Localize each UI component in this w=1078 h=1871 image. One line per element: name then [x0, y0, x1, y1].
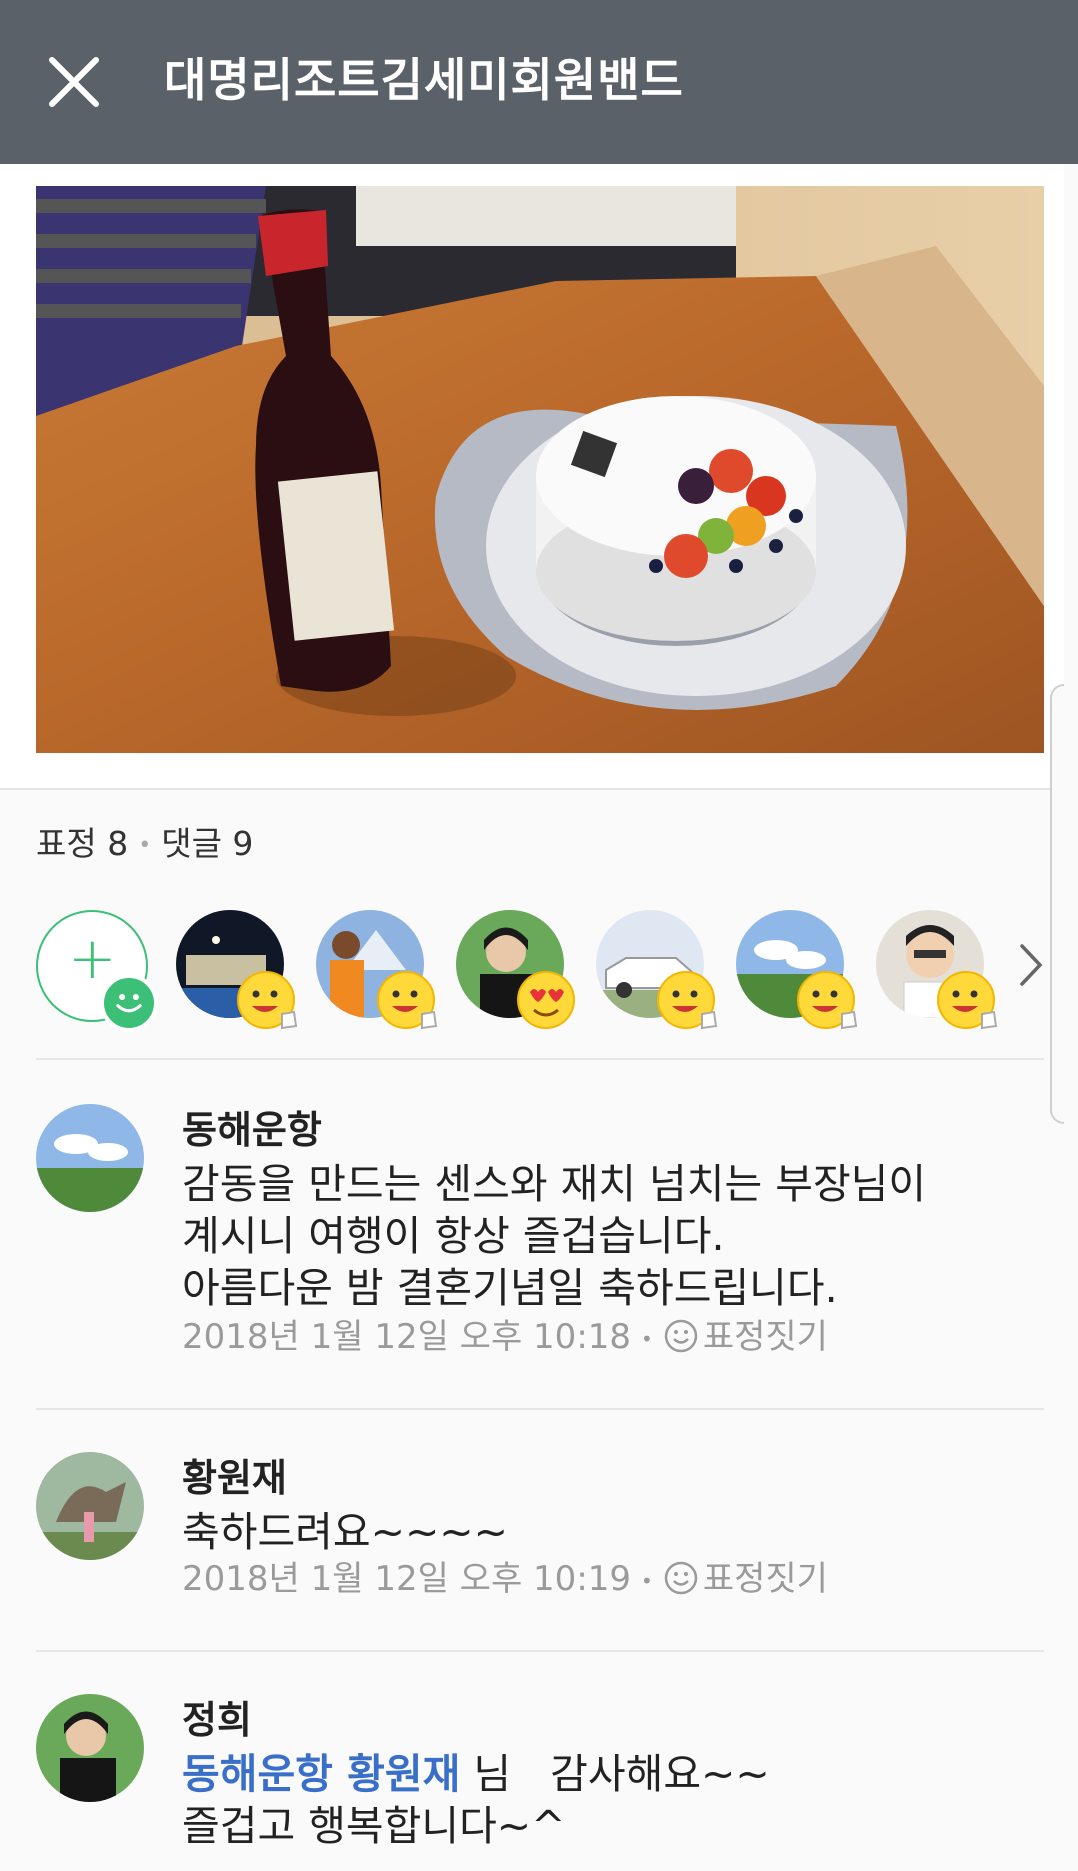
comment-time: 2018년 1월 12일 오후 10:19 [182, 1559, 632, 1599]
avatar[interactable] [36, 1452, 144, 1560]
band-title: 대명리조트김세미회원밴드 [164, 53, 684, 107]
comment-meta: 2018년 1월 12일 오후 10:19 • 표정짓기 [182, 1556, 828, 1604]
comment-text: 동해운항 황원재 님 감사해요~~ 즐겁고 행복합니다~^ [182, 1748, 770, 1852]
post-photo-area [0, 164, 1064, 1124]
comment-item: 황원재 축하드려요~~~~ 2018년 1월 12일 오후 10:19 • 표정짓기 [36, 1452, 1044, 1652]
comment-text: 축하드려요~~~~ [182, 1506, 508, 1558]
separator-dot: • [641, 1568, 653, 1593]
add-reaction-label: 표정짓기 [702, 1317, 828, 1357]
add-reaction-label: 표정짓기 [702, 1559, 828, 1599]
post-photo[interactable] [36, 186, 1044, 753]
reaction-row: + [36, 910, 1043, 1032]
close-icon[interactable] [48, 56, 100, 108]
reaction-item[interactable] [596, 910, 726, 1030]
reaction-count[interactable]: 표정 8 [36, 824, 128, 863]
mention-suffix: 님 감사해요~~ [460, 1750, 770, 1798]
comment-line: 즐겁고 행복합니다~^ [182, 1802, 566, 1850]
comment-meta: 2018년 1월 12일 오후 10:18 • 표정짓기 [182, 1314, 828, 1362]
divider [36, 1650, 1044, 1652]
divider [36, 1408, 1044, 1410]
avatar[interactable] [36, 1694, 144, 1802]
comment-line: 계시니 여행이 항상 즐겁습니다. [182, 1212, 725, 1260]
scroll-indicator[interactable] [1050, 684, 1064, 1124]
comment-author[interactable]: 황원재 [182, 1452, 287, 1504]
add-reaction-link[interactable]: 표정짓기 [663, 1559, 828, 1599]
avatar[interactable] [36, 1104, 144, 1212]
comment-line: 축하드려요~~~~ [182, 1508, 509, 1556]
post-counts: 표정 8 • 댓글 9 [36, 822, 253, 868]
add-reaction-button[interactable]: + [36, 910, 158, 1032]
smiley-icon [664, 1561, 698, 1595]
smile-icon [100, 974, 158, 1032]
chevron-right-icon[interactable] [1016, 940, 1046, 990]
comment-line: 동해운항 황원재 님 감사해요~~ [182, 1748, 770, 1800]
thumbs-up-emoji-icon [657, 971, 718, 1030]
comment-count[interactable]: 댓글 9 [161, 824, 253, 863]
top-bar: 대명리조트김세미회원밴드 [0, 0, 1078, 164]
comment-item: 동해운항 감동을 만드는 센스와 재치 넘치는 부장님이 계시니 여행이 항상 … [36, 1104, 1044, 1404]
add-reaction-link[interactable]: 표정짓기 [663, 1317, 828, 1357]
comment-text: 감동을 만드는 센스와 재치 넘치는 부장님이 계시니 여행이 항상 즐겁습니다… [182, 1158, 926, 1314]
reaction-item[interactable] [736, 910, 866, 1030]
thumbs-up-emoji-icon [937, 971, 998, 1030]
plus-icon: + [68, 924, 117, 992]
comment-line: 아름다운 밤 결혼기념일 축하드립니다. [182, 1264, 838, 1312]
thumbs-up-emoji-icon [377, 971, 438, 1030]
separator-dot: • [641, 1326, 653, 1351]
comment-item: 정희 동해운항 황원재 님 감사해요~~ 즐겁고 행복합니다~^ [36, 1694, 1044, 1864]
reaction-item[interactable] [176, 910, 306, 1030]
heart-eyes-emoji-icon [517, 971, 575, 1029]
smiley-icon [664, 1319, 698, 1353]
mention-link[interactable]: 동해운항 황원재 [182, 1750, 460, 1798]
reaction-item[interactable] [316, 910, 446, 1030]
thumbs-up-emoji-icon [237, 971, 298, 1030]
separator-dot: • [138, 832, 152, 858]
reaction-item[interactable] [456, 910, 586, 1030]
thumbs-up-emoji-icon [797, 971, 858, 1030]
comment-time: 2018년 1월 12일 오후 10:18 [182, 1317, 632, 1357]
divider [36, 1058, 1044, 1060]
comment-author[interactable]: 동해운항 [182, 1104, 322, 1156]
reaction-item[interactable] [876, 910, 1006, 1030]
comment-line: 감동을 만드는 센스와 재치 넘치는 부장님이 [182, 1160, 927, 1208]
comment-author[interactable]: 정희 [182, 1694, 252, 1746]
